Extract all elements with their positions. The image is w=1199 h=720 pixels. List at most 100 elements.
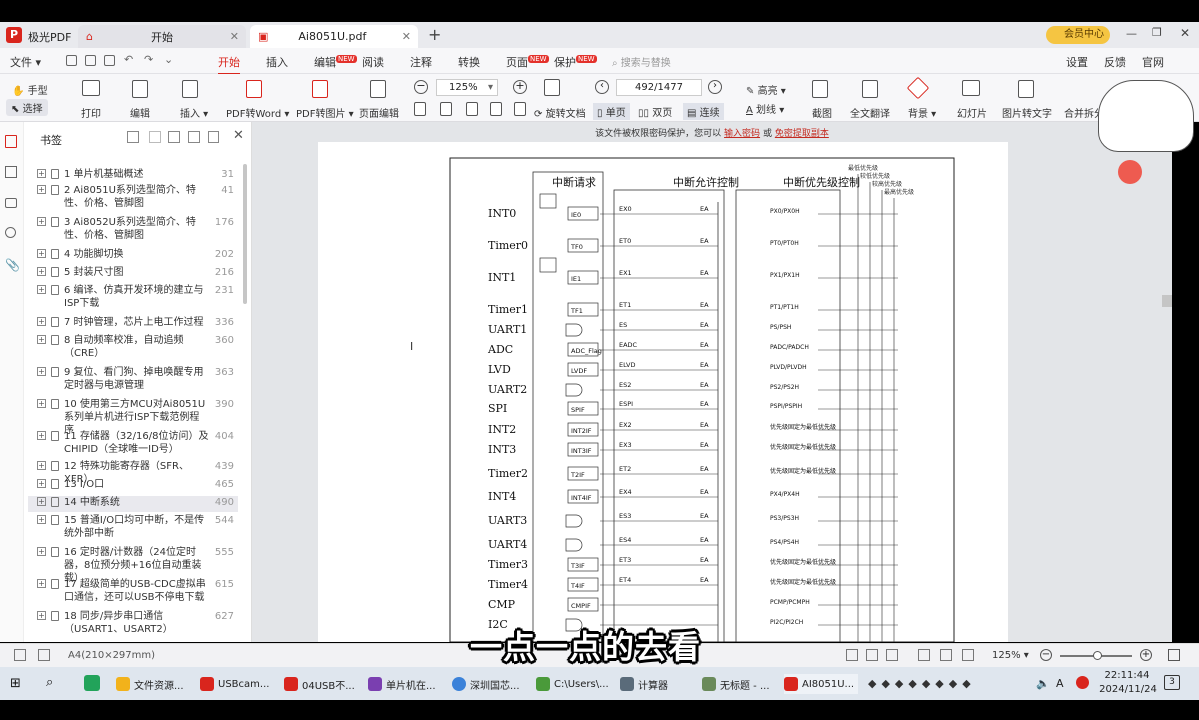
slides-button[interactable]: 幻灯片 bbox=[957, 105, 987, 120]
scrollbar[interactable] bbox=[243, 164, 247, 304]
print-button[interactable]: 打印 bbox=[81, 105, 101, 120]
zoom-slider-handle[interactable] bbox=[1093, 651, 1102, 660]
prev-page-icon[interactable]: ‹ bbox=[595, 80, 609, 94]
expand-icon[interactable]: + bbox=[37, 579, 46, 588]
open-icon[interactable] bbox=[66, 55, 77, 66]
thumbnail-icon[interactable] bbox=[5, 166, 17, 178]
page-scrollbar[interactable] bbox=[1162, 295, 1172, 307]
zoom-in-icon[interactable]: + bbox=[513, 80, 527, 94]
expand-icon[interactable]: + bbox=[37, 185, 46, 194]
view-icon[interactable] bbox=[962, 649, 974, 661]
menu-convert[interactable]: 转换 bbox=[458, 54, 480, 70]
taskbar-app[interactable]: 无标题 - ... bbox=[702, 674, 770, 694]
bookmark-item[interactable]: +2 Ai8051U系列选型简介、特性、价格、管脚图 41 bbox=[28, 184, 238, 213]
expand-icon[interactable]: + bbox=[37, 249, 46, 258]
view-icon[interactable] bbox=[886, 649, 898, 661]
tray-icons[interactable]: ◆◆◆◆◆◆◆◆ bbox=[868, 677, 976, 690]
zoom-level[interactable]: 125% ▾ bbox=[992, 650, 1029, 661]
taskbar-app[interactable]: 文件资源... bbox=[116, 674, 184, 694]
tab-home[interactable]: ⌂ 开始 ✕ bbox=[78, 25, 246, 48]
expand-icon[interactable]: + bbox=[37, 547, 46, 556]
expand-icon[interactable]: + bbox=[37, 515, 46, 524]
menu-read[interactable]: 阅读 bbox=[362, 54, 384, 70]
page-edit-button[interactable]: 页面编辑 bbox=[359, 105, 399, 120]
new-tab-button[interactable]: + bbox=[428, 25, 441, 44]
tray-app-icon[interactable] bbox=[1076, 676, 1089, 689]
bookmark-item[interactable]: +3 Ai8052U系列选型简介、特性、价格、管脚图 176 bbox=[28, 216, 238, 245]
bookmark-item[interactable]: +13 I/O口 465 bbox=[28, 478, 238, 494]
view-icon[interactable] bbox=[940, 649, 952, 661]
expand-icon[interactable]: + bbox=[37, 479, 46, 488]
menu-insert[interactable]: 插入 bbox=[266, 54, 288, 70]
bookmark-item[interactable]: +16 定时器/计数器（24位定时器，8位预分频+16位自动重装载） 555 bbox=[28, 546, 238, 584]
expand-icon[interactable]: + bbox=[37, 285, 46, 294]
extract-copy-link[interactable]: 免密提取副本 bbox=[775, 129, 829, 139]
hand-tool[interactable]: ✋ 手型 bbox=[12, 82, 48, 97]
screenshot-button[interactable]: 截图 bbox=[812, 105, 832, 120]
search-icon[interactable]: ⌕ bbox=[46, 675, 53, 690]
bookmark-item[interactable]: +7 时钟管理，芯片上电工作过程 336 bbox=[28, 316, 238, 332]
bookmark-item[interactable]: +5 封装尺寸图 216 bbox=[28, 266, 238, 282]
dropdown-icon[interactable]: ⌄ bbox=[164, 53, 173, 66]
double-page-button[interactable]: ▯▯ 双页 bbox=[638, 104, 672, 119]
page-thumb-icon[interactable] bbox=[466, 102, 478, 116]
background-button[interactable]: 背景 ▾ bbox=[908, 105, 936, 120]
tab-document[interactable]: ▣ Ai8051U.pdf ✕ bbox=[250, 25, 418, 48]
search-icon[interactable] bbox=[5, 227, 16, 238]
zoom-input[interactable]: 125% ▾ bbox=[436, 79, 498, 96]
continuous-button[interactable]: ▤ 连续 bbox=[683, 103, 724, 120]
image-to-text-button[interactable]: 图片转文字 bbox=[1002, 105, 1052, 120]
edit-button[interactable]: 编辑 bbox=[130, 105, 150, 120]
bookmark-item[interactable]: +8 自动频率校准，自动追频（CRE） 360 bbox=[28, 334, 238, 363]
view-icon[interactable] bbox=[846, 649, 858, 661]
undo-icon[interactable]: ↶ bbox=[124, 53, 133, 66]
floating-action-button[interactable] bbox=[1118, 160, 1142, 184]
taskbar-app[interactable]: C:\Users\... bbox=[536, 674, 609, 694]
insert-button[interactable]: 插入 ▾ bbox=[180, 105, 208, 120]
expand-icon[interactable]: + bbox=[37, 217, 46, 226]
bookmark-item[interactable]: +15 普通I/O口均可中断，不是传统外部中断 544 bbox=[28, 514, 238, 543]
pdf-to-image-button[interactable]: PDF转图片 ▾ bbox=[296, 105, 354, 120]
fullscreen-icon[interactable] bbox=[1168, 649, 1180, 661]
page-thumb-icon[interactable] bbox=[490, 102, 502, 116]
expand-icon[interactable] bbox=[127, 131, 139, 143]
close-panel-icon[interactable]: ✕ bbox=[233, 128, 244, 143]
menu-page[interactable]: 页面 NEW bbox=[506, 54, 549, 70]
bookmark-item[interactable]: +9 复位、看门狗、掉电唤醒专用定时器与电源管理 363 bbox=[28, 366, 238, 395]
print-icon[interactable] bbox=[104, 55, 115, 66]
clock-date[interactable]: 2024/11/24 bbox=[1097, 684, 1159, 695]
taskbar-app[interactable]: USBcam... bbox=[200, 674, 269, 694]
taskbar-app[interactable]: 计算器 bbox=[620, 674, 668, 694]
zoom-out-icon[interactable]: − bbox=[1040, 649, 1052, 661]
bookmark-item[interactable]: +12 特殊功能寄存器（SFR、XFR） 439 bbox=[28, 460, 238, 485]
menu-start[interactable]: 开始 bbox=[218, 54, 240, 75]
bookmark-item[interactable]: +11 存储器（32/16/8位访问）及CHIPID（全球唯一ID号） 404 bbox=[28, 430, 238, 459]
fit-icon[interactable] bbox=[544, 79, 560, 96]
add-bookmark-icon[interactable] bbox=[168, 131, 180, 143]
bookmark-item[interactable]: +18 同步/异步串口通信（USART1、USART2） 627 bbox=[28, 610, 238, 639]
taskbar-app[interactable]: 04USB不... bbox=[284, 674, 355, 694]
taskbar-app[interactable]: 单片机在... bbox=[368, 674, 436, 694]
expand-icon[interactable]: + bbox=[37, 611, 46, 620]
underline-button[interactable]: A 划线 ▾ bbox=[746, 101, 784, 116]
minimize-button[interactable]: — bbox=[1126, 27, 1137, 40]
page-input[interactable]: 492/1477 bbox=[616, 79, 702, 96]
menu-file[interactable]: 文件 ▾ bbox=[10, 54, 41, 70]
delete-icon[interactable] bbox=[208, 131, 219, 143]
collapse-icon[interactable] bbox=[149, 131, 161, 143]
expand-icon[interactable]: + bbox=[37, 399, 46, 408]
select-tool[interactable]: ⬉ 选择 bbox=[6, 99, 48, 116]
page-thumb-icon[interactable] bbox=[440, 102, 452, 116]
expand-icon[interactable]: + bbox=[37, 431, 46, 440]
page-icon[interactable] bbox=[38, 649, 50, 661]
notification-icon[interactable]: 3 bbox=[1164, 675, 1180, 690]
view-icon[interactable] bbox=[866, 649, 878, 661]
bookmark-item[interactable]: +17 超级简单的USB-CDC虚拟串口通信，还可以USB不停电下载 615 bbox=[28, 578, 238, 607]
close-window-button[interactable]: ✕ bbox=[1180, 26, 1190, 40]
highlight-button[interactable]: ✎ 高亮 ▾ bbox=[746, 82, 786, 97]
sidebar-toggle-icon[interactable] bbox=[14, 649, 26, 661]
zoom-out-icon[interactable]: − bbox=[414, 80, 428, 94]
bookmark-icon[interactable] bbox=[188, 131, 200, 143]
zoom-in-icon[interactable]: + bbox=[1140, 649, 1152, 661]
rotate-button[interactable]: ⟳ 旋转文档 bbox=[534, 105, 586, 120]
